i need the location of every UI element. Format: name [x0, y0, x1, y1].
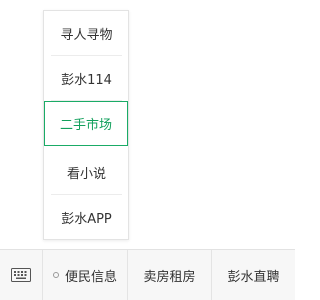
submenu-item-read-novels[interactable]: 看小说	[51, 150, 122, 195]
submenu-item-pengshui-114[interactable]: 彭水114	[51, 56, 122, 101]
submenu-popup: 寻人寻物 彭水114 二手市场 看小说 彭水APP	[43, 10, 129, 240]
bottom-menu-bar: 便民信息 卖房租房 彭水直聘	[0, 249, 295, 300]
keyboard-toggle-button[interactable]	[0, 250, 43, 300]
keyboard-icon	[11, 268, 31, 282]
menu-jobs[interactable]: 彭水直聘	[212, 250, 295, 300]
submenu-item-label: 彭水APP	[61, 212, 112, 227]
submenu-item-second-hand-market[interactable]: 二手市场	[44, 101, 128, 146]
menu-convenience-info[interactable]: 便民信息	[43, 250, 128, 300]
submenu-item-label: 寻人寻物	[60, 27, 113, 43]
menu-label: 卖房租房	[143, 269, 196, 285]
menu-label: 便民信息	[64, 269, 117, 285]
menu-housing[interactable]: 卖房租房	[128, 250, 212, 300]
submenu-indicator-icon	[52, 272, 59, 278]
menu-label: 彭水直聘	[227, 269, 280, 285]
submenu-item-label: 看小说	[66, 166, 106, 182]
wechat-menu-page: 寻人寻物 彭水114 二手市场 看小说 彭水APP 便民信息 卖房租房 彭水直聘	[0, 0, 295, 300]
submenu-item-lost-and-found[interactable]: 寻人寻物	[51, 11, 122, 56]
submenu-item-label: 二手市场	[59, 118, 112, 133]
submenu-item-label: 彭水114	[61, 72, 112, 88]
submenu-item-pengshui-app[interactable]: 彭水APP	[51, 195, 122, 240]
